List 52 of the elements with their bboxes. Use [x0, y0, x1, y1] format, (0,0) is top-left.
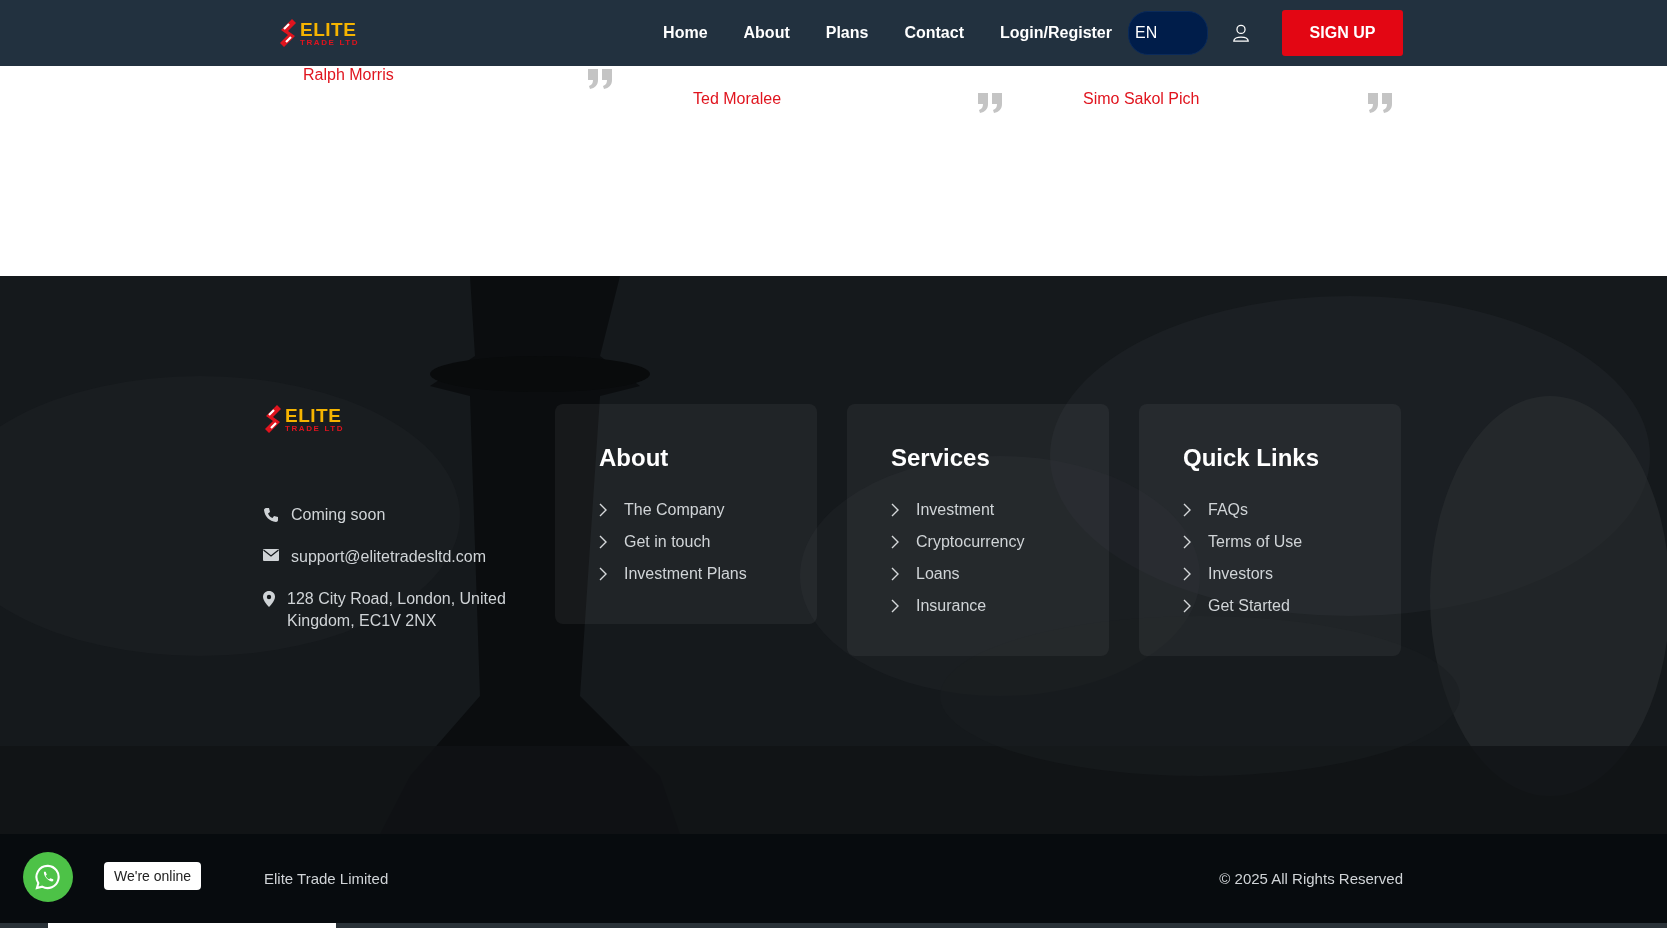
phone-icon — [263, 507, 279, 523]
chat-bubble-icon — [34, 863, 62, 891]
footer-link[interactable]: Loans — [916, 565, 960, 583]
footer-link[interactable]: Get in touch — [624, 533, 711, 551]
nav-link[interactable]: Login/Register — [1000, 24, 1112, 42]
testimonial-author: Ted Moralee — [693, 90, 782, 108]
chevron-icon — [891, 503, 899, 517]
chevron-icon — [1183, 567, 1191, 581]
contact-text: Coming soon — [291, 505, 386, 525]
footer-link[interactable]: Cryptocurrency — [916, 533, 1025, 551]
footer-link[interactable]: FAQs — [1208, 501, 1248, 519]
user-icon[interactable] — [1232, 24, 1250, 42]
contact-text: 128 City Road, London, United Kingdom, EC1V 2NX — [287, 589, 507, 631]
footer-link[interactable]: Insurance — [916, 597, 987, 615]
chevron-icon — [599, 503, 607, 517]
quote-icon — [587, 68, 613, 90]
online-status-tooltip: We're online — [104, 862, 202, 890]
chevron-icon — [1183, 535, 1191, 549]
quote-icon — [1367, 92, 1393, 114]
contact-text: support@elitetradesltd.com — [291, 547, 486, 567]
location-pin-icon — [263, 591, 275, 607]
footer-link[interactable]: Investment Plans — [624, 565, 747, 583]
chevron-icon — [1183, 599, 1191, 613]
quote-icon — [977, 92, 1003, 114]
footer-link[interactable]: The Company — [624, 501, 725, 519]
nav-link[interactable]: Home — [663, 24, 708, 42]
column-heading: Quick Links — [1183, 444, 1321, 472]
chevron-icon — [599, 535, 607, 549]
logo[interactable]: ELITE TRADE LTD — [278, 18, 360, 48]
testimonial-author: Simo Sakol Pich — [1083, 90, 1200, 108]
nav-link[interactable]: About — [743, 24, 790, 42]
footer-link[interactable]: Get Started — [1208, 597, 1290, 615]
envelope-icon — [263, 549, 279, 561]
chevron-icon — [1183, 503, 1191, 517]
language-selector[interactable]: EN — [1128, 11, 1208, 55]
chevron-icon — [891, 567, 899, 581]
column-heading: About — [599, 444, 670, 472]
copyright-text: © 2025 All Rights Reserved — [1219, 870, 1403, 887]
testimonial-author: Ralph Morris — [303, 66, 394, 84]
column-heading: Services — [891, 444, 991, 472]
logo[interactable]: ELITE TRADE LTD — [263, 404, 525, 434]
chat-button[interactable] — [23, 852, 73, 902]
nav-link[interactable]: Plans — [825, 24, 869, 42]
company-name: Elite Trade Limited — [264, 870, 389, 887]
nav-link[interactable]: Contact — [904, 24, 964, 42]
sign-up-button[interactable]: SIGN UP — [1282, 10, 1403, 56]
footer-link[interactable]: Terms of Use — [1208, 533, 1303, 551]
chevron-icon — [599, 567, 607, 581]
footer-link[interactable]: Investors — [1208, 565, 1273, 583]
footer-link[interactable]: Investment — [916, 501, 995, 519]
chevron-icon — [891, 535, 899, 549]
chevron-icon — [891, 599, 899, 613]
